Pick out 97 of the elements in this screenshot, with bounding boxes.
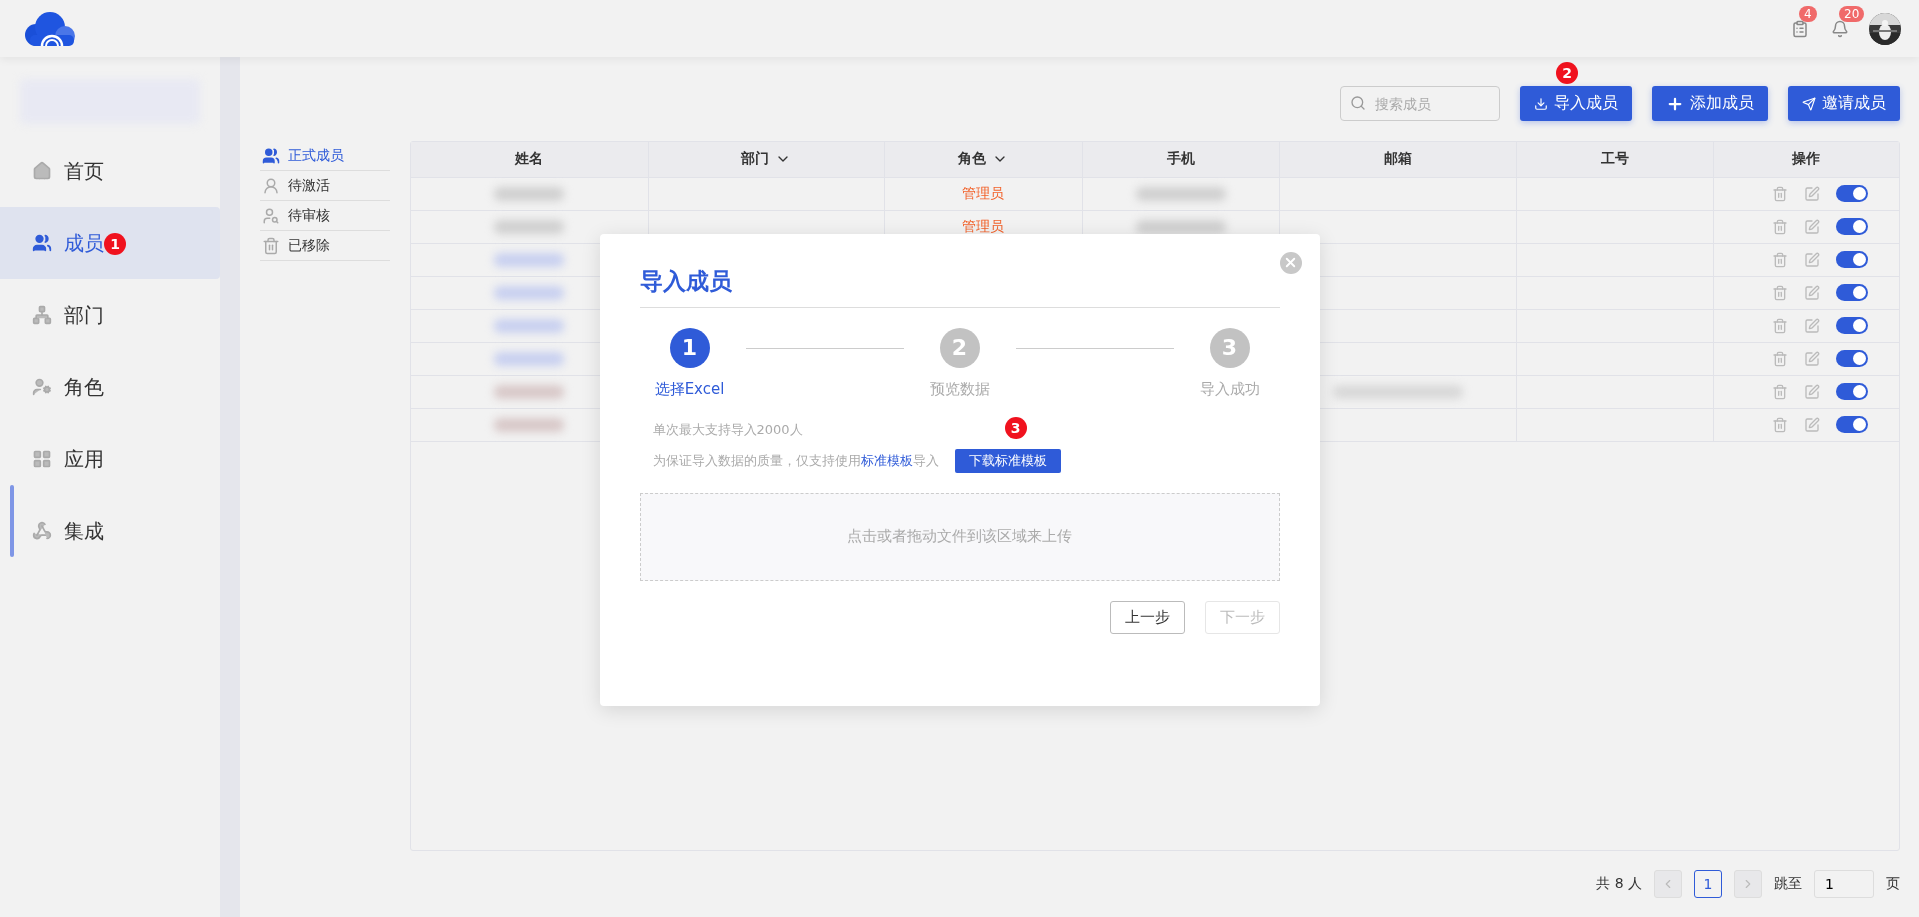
close-icon [1283, 255, 1298, 270]
step-marker: 1 [104, 233, 126, 255]
role-text: 管理员 [962, 184, 1004, 201]
edit-icon[interactable] [1804, 284, 1820, 301]
toggle-switch[interactable] [1836, 284, 1868, 301]
hierarchy-icon [32, 305, 52, 325]
toggle-switch[interactable] [1836, 185, 1868, 202]
step-marker: 3 [1004, 416, 1027, 439]
user-gear-icon [32, 377, 52, 397]
step-marker: 2 [1556, 62, 1578, 84]
edit-icon[interactable] [1804, 251, 1820, 268]
trash-icon[interactable] [1772, 284, 1788, 301]
scrollbar [10, 485, 14, 557]
step-button[interactable]: 上一步 [1109, 600, 1185, 634]
trash-icon[interactable] [1772, 185, 1788, 202]
column-header: 邮箱 [1279, 142, 1516, 177]
search-icon [1350, 95, 1366, 111]
clipboard-icon[interactable] [1791, 19, 1809, 38]
trash-icon[interactable] [1772, 317, 1788, 334]
previous-page-button[interactable] [1654, 870, 1682, 899]
redacted-text [494, 186, 565, 201]
limit-note: 单次最大支持导入2000人 [652, 420, 803, 439]
trash-icon[interactable] [1772, 251, 1788, 268]
column-header: 手机 [1082, 142, 1279, 177]
toggle-switch[interactable] [1836, 416, 1868, 433]
dialog-title: 导入成员 [639, 265, 1280, 308]
redacted-text [494, 219, 565, 234]
toolbar-button[interactable]: 导入成员 [1520, 86, 1632, 121]
column-header: 操作 [1713, 142, 1899, 177]
users-icon [262, 146, 280, 165]
edit-icon[interactable] [1804, 218, 1820, 235]
edit-icon[interactable] [1804, 350, 1820, 367]
sidebar-item[interactable]: 集成 [0, 495, 220, 567]
filter-tab[interactable]: 待激活 [260, 171, 390, 201]
edit-icon[interactable] [1804, 317, 1820, 334]
filter-tab[interactable]: 待审核 [260, 201, 390, 231]
filter-tab[interactable]: 正式成员 [260, 141, 390, 171]
edit-icon[interactable] [1804, 383, 1820, 400]
step-label: 选择Excel [654, 379, 725, 399]
toggle-switch[interactable] [1836, 350, 1868, 367]
column-header: 工号 [1516, 142, 1713, 177]
sidebar-item[interactable]: 成员 1 [0, 207, 220, 279]
redacted-text [494, 417, 565, 432]
users-icon [32, 233, 52, 253]
step-circle: 3 [1209, 327, 1250, 368]
home-icon [32, 161, 52, 181]
toggle-switch[interactable] [1836, 317, 1868, 334]
sidebar-item[interactable]: 首页 [0, 135, 220, 207]
jump-label: 跳至 [1774, 875, 1802, 894]
toolbar-button[interactable]: 邀请成员 [1788, 86, 1900, 121]
user-search-icon [262, 206, 280, 225]
toolbar-button[interactable]: 添加成员 [1652, 86, 1768, 121]
next-page-button[interactable] [1734, 870, 1762, 899]
redacted-text [494, 384, 565, 399]
search-field[interactable]: 搜索成员 [1340, 86, 1500, 121]
template-link[interactable]: 标准模板 [860, 452, 913, 468]
total-count: 共 8 人 [1596, 875, 1642, 894]
redacted-text [494, 351, 565, 366]
user-icon [262, 176, 280, 195]
toggle-switch[interactable] [1836, 218, 1868, 235]
trash-icon[interactable] [1772, 218, 1788, 235]
step-circle: 2 [939, 327, 980, 368]
grid-icon [32, 449, 52, 469]
send-icon [1802, 96, 1816, 111]
close-button[interactable] [1279, 251, 1302, 274]
trash-icon[interactable] [1772, 416, 1788, 433]
webhook-icon [32, 521, 52, 541]
step-circle: 1 [669, 327, 710, 368]
trash-icon [262, 236, 280, 255]
redacted-text [494, 285, 565, 300]
page-label: 页 [1886, 875, 1900, 894]
redacted-text [494, 318, 565, 333]
download-template-button[interactable]: 下载标准模板 [954, 448, 1061, 473]
sidebar-item[interactable]: 角色 [0, 351, 220, 423]
step-label: 预览数据 [929, 379, 990, 399]
step-label: 导入成功 [1199, 379, 1260, 399]
column-header: 部门 [648, 142, 884, 177]
template-note: 为保证导入数据的质量，仅支持使用标准模板导入 [652, 451, 939, 470]
edit-icon[interactable] [1804, 416, 1820, 433]
page-input[interactable]: 1 [1814, 870, 1874, 899]
trash-icon[interactable] [1772, 350, 1788, 367]
trash-icon[interactable] [1772, 383, 1788, 400]
role-text: 管理员 [962, 217, 1004, 234]
download-icon [1534, 96, 1548, 111]
count-badge: 20 [1839, 5, 1865, 22]
toggle-switch[interactable] [1836, 251, 1868, 268]
column-header: 姓名 [411, 142, 648, 177]
filter-tab[interactable]: 已移除 [260, 231, 390, 261]
column-header: 角色 [884, 142, 1082, 177]
page-button[interactable]: 1 [1694, 870, 1722, 899]
edit-icon[interactable] [1804, 185, 1820, 202]
count-badge: 4 [1799, 5, 1817, 22]
sidebar-item[interactable]: 部门 [0, 279, 220, 351]
sidebar-item[interactable]: 应用 [0, 423, 220, 495]
bell-icon[interactable] [1831, 19, 1849, 38]
toggle-switch[interactable] [1836, 383, 1868, 400]
redacted-text [494, 252, 565, 267]
